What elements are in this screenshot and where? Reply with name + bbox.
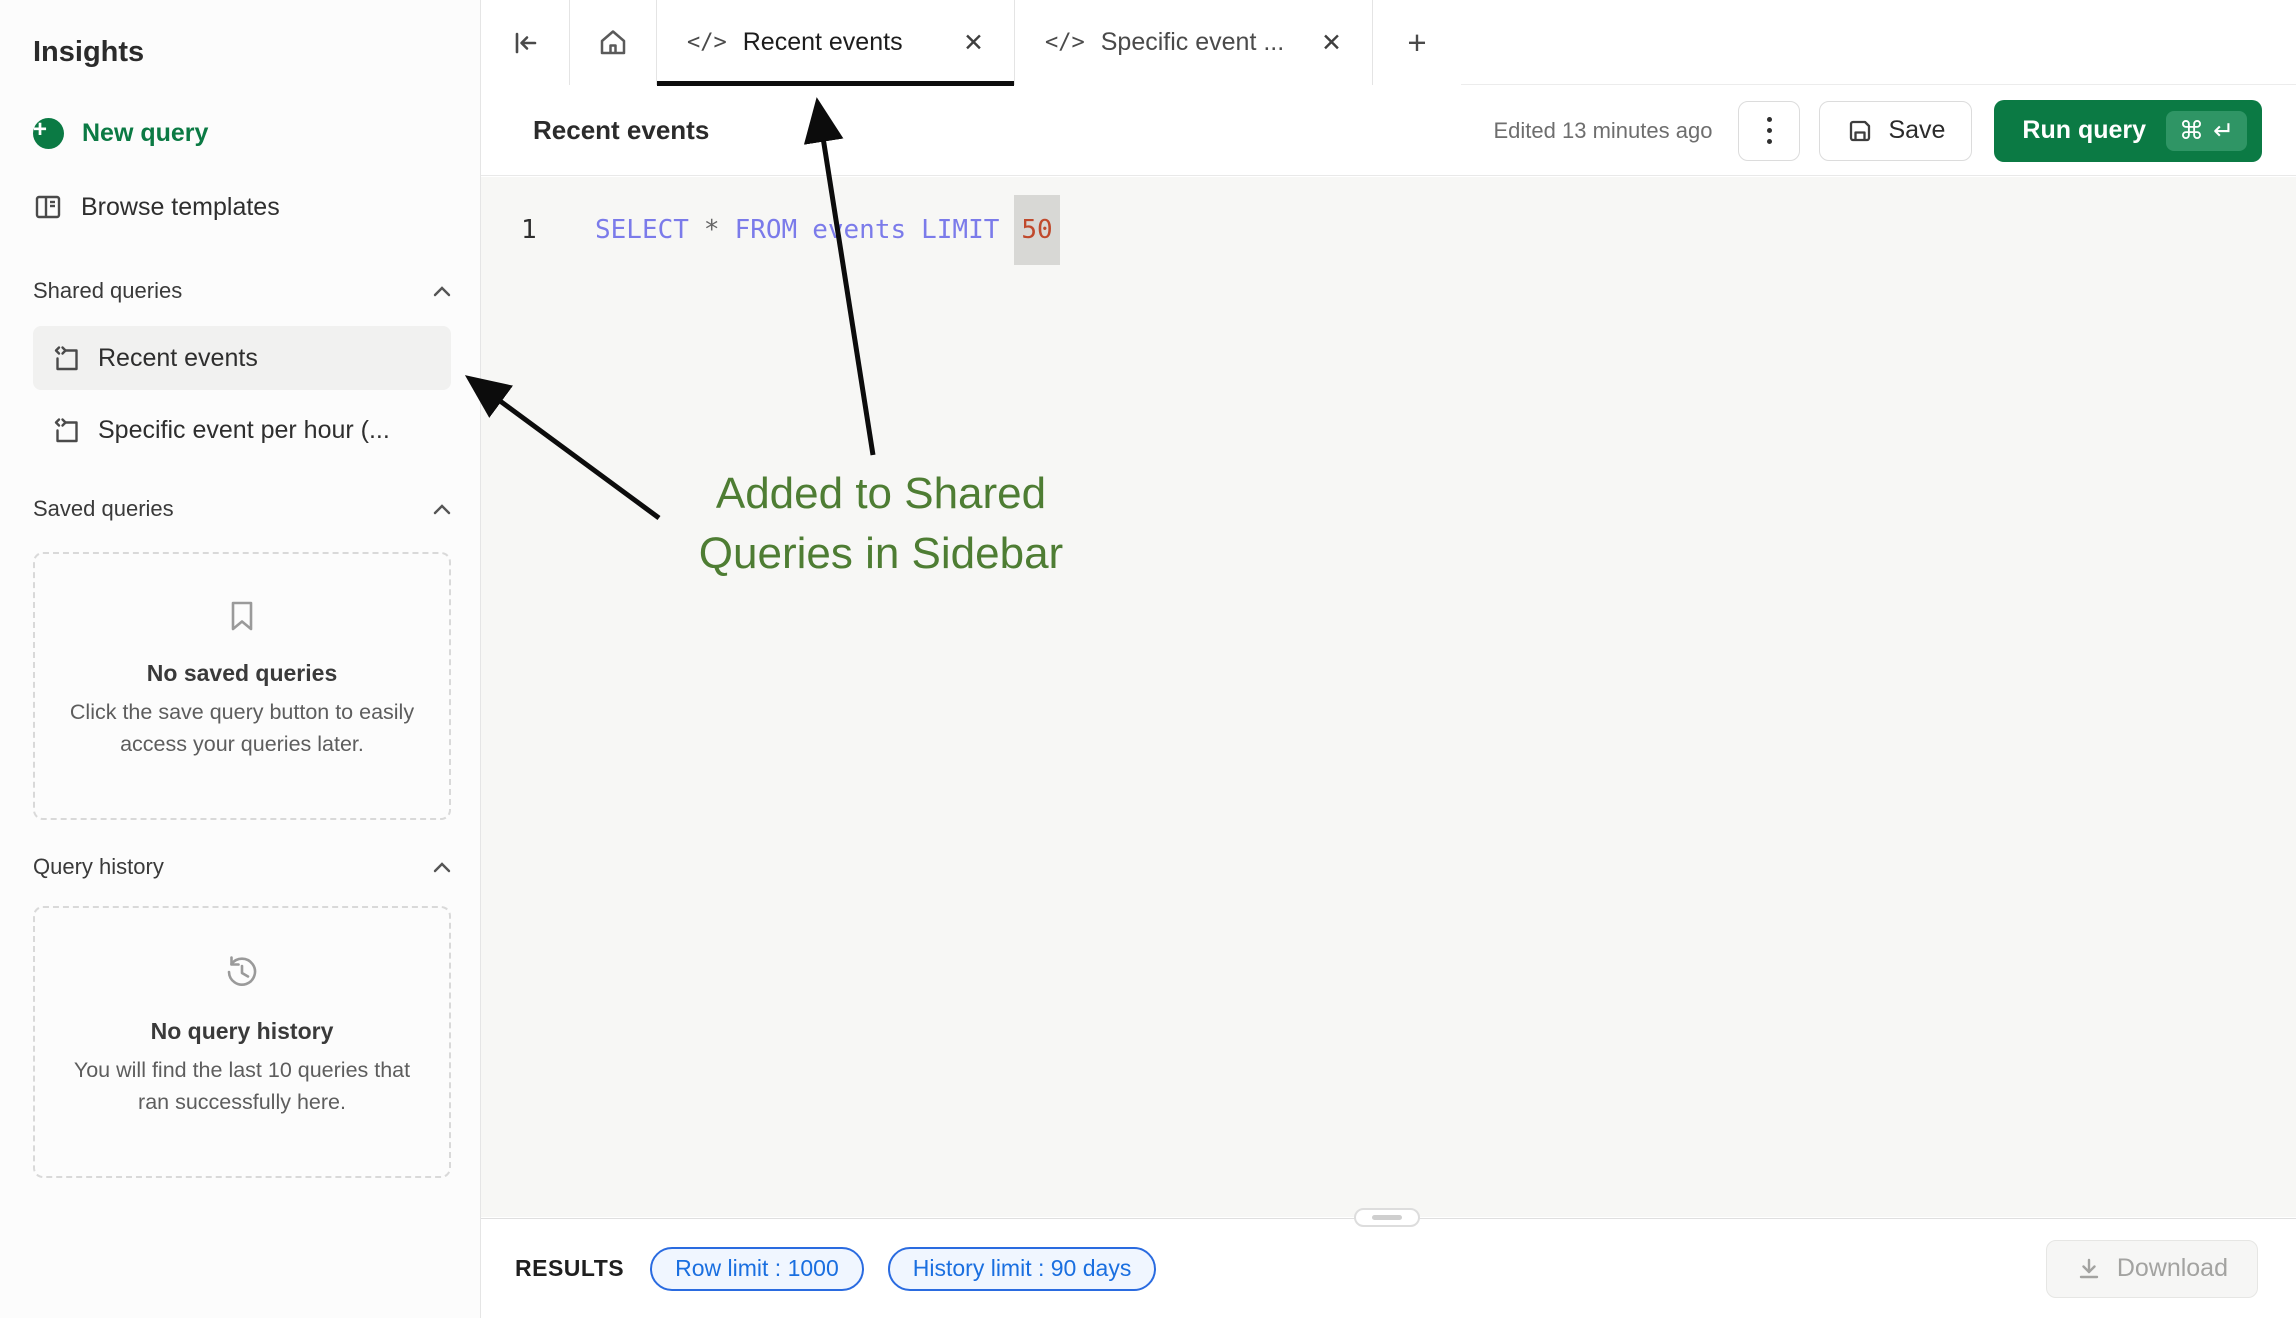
new-query-button[interactable]: + New query [33,118,208,149]
shared-queries-header[interactable]: Shared queries [33,278,451,304]
query-title: Recent events [533,115,709,146]
tab-label: Recent events [743,28,941,57]
query-toolbar: Recent events Edited 13 minutes ago Save… [481,86,2296,176]
save-button[interactable]: Save [1819,101,1972,161]
sql-operator: * [704,215,720,245]
results-label: RESULTS [515,1255,624,1282]
saved-queries-header[interactable]: Saved queries [33,496,451,522]
line-number: 1 [521,204,537,256]
sidebar-item-recent-events[interactable]: Recent events [33,326,451,390]
browse-templates-button[interactable]: Browse templates [33,192,280,222]
collapse-sidebar-icon [509,27,541,59]
new-tab-button[interactable]: + [1373,0,1461,85]
home-icon [596,26,630,60]
query-history-label: Query history [33,854,164,880]
code-tab-icon: </> [1045,30,1085,55]
plus-icon: + [1407,24,1426,62]
cmd-icon: ⌘ [2179,116,2204,145]
chevron-up-icon [433,286,451,297]
download-label: Download [2117,1254,2228,1283]
keyboard-shortcut-badge: ⌘ ↵ [2166,111,2247,151]
return-icon: ↵ [2213,116,2234,145]
run-query-button[interactable]: Run query ⌘ ↵ [1994,100,2262,162]
sql-identifier: events [812,215,906,245]
new-query-label: New query [82,119,208,148]
saved-queries-empty-state: No saved queries Click the save query bu… [33,552,451,820]
sql-keyword: LIMIT [921,215,999,245]
tab-specific-event[interactable]: </> Specific event ... ✕ [1015,0,1373,85]
bookmark-icon [224,598,260,634]
sql-editor[interactable]: 1 SELECT * FROM events LIMIT 50 [481,177,2296,1217]
tab-recent-events[interactable]: </> Recent events ✕ [657,0,1015,85]
panel-resize-handle[interactable] [1354,1208,1420,1227]
row-limit-pill[interactable]: Row limit : 1000 [650,1247,864,1291]
empty-title: No query history [151,1018,334,1045]
kebab-icon [1767,117,1772,144]
tab-label: Specific event ... [1101,28,1299,57]
empty-body: Click the save query button to easily ac… [69,697,415,761]
home-button[interactable] [570,0,657,85]
chevron-up-icon [433,862,451,873]
sidebar: Insights + New query Browse templates Sh… [0,0,481,1318]
results-bar: RESULTS Row limit : 1000 History limit :… [481,1218,2296,1318]
empty-title: No saved queries [147,660,337,687]
edited-timestamp: Edited 13 minutes ago [1494,118,1713,144]
sql-number-highlighted: 50 [1014,195,1059,265]
sidebar-item-specific-event[interactable]: Specific event per hour (... [33,398,451,462]
sql-keyword: SELECT [595,215,689,245]
code-square-icon [52,344,81,373]
templates-icon [33,192,63,222]
chevron-up-icon [433,504,451,515]
saved-queries-label: Saved queries [33,496,174,522]
empty-body: You will find the last 10 queries that r… [69,1055,415,1119]
more-options-button[interactable] [1738,101,1800,161]
history-limit-pill[interactable]: History limit : 90 days [888,1247,1157,1291]
browse-templates-label: Browse templates [81,193,280,222]
download-button[interactable]: Download [2046,1240,2258,1298]
query-history-empty-state: No query history You will find the last … [33,906,451,1178]
sql-keyword: FROM [735,215,798,245]
download-icon [2076,1256,2102,1282]
code-tab-icon: </> [687,30,727,55]
page-title: Insights [33,36,144,69]
shared-queries-label: Shared queries [33,278,182,304]
collapse-sidebar-button[interactable] [481,0,570,85]
insights-app: Insights + New query Browse templates Sh… [0,0,2296,1318]
sidebar-item-label: Recent events [98,344,258,373]
run-query-label: Run query [2022,116,2146,145]
plus-circle-icon: + [33,118,64,149]
close-tab-icon[interactable]: ✕ [1315,26,1348,60]
sql-code-line: SELECT*FROMeventsLIMIT50 [595,204,1060,256]
close-tab-icon[interactable]: ✕ [957,26,990,60]
history-clock-icon [222,952,262,992]
save-label: Save [1888,116,1945,145]
save-icon [1846,117,1874,145]
tab-bar: </> Recent events ✕ </> Specific event .… [481,0,2296,85]
query-history-header[interactable]: Query history [33,854,451,880]
sidebar-item-label: Specific event per hour (... [98,416,390,445]
code-square-icon [52,416,81,445]
